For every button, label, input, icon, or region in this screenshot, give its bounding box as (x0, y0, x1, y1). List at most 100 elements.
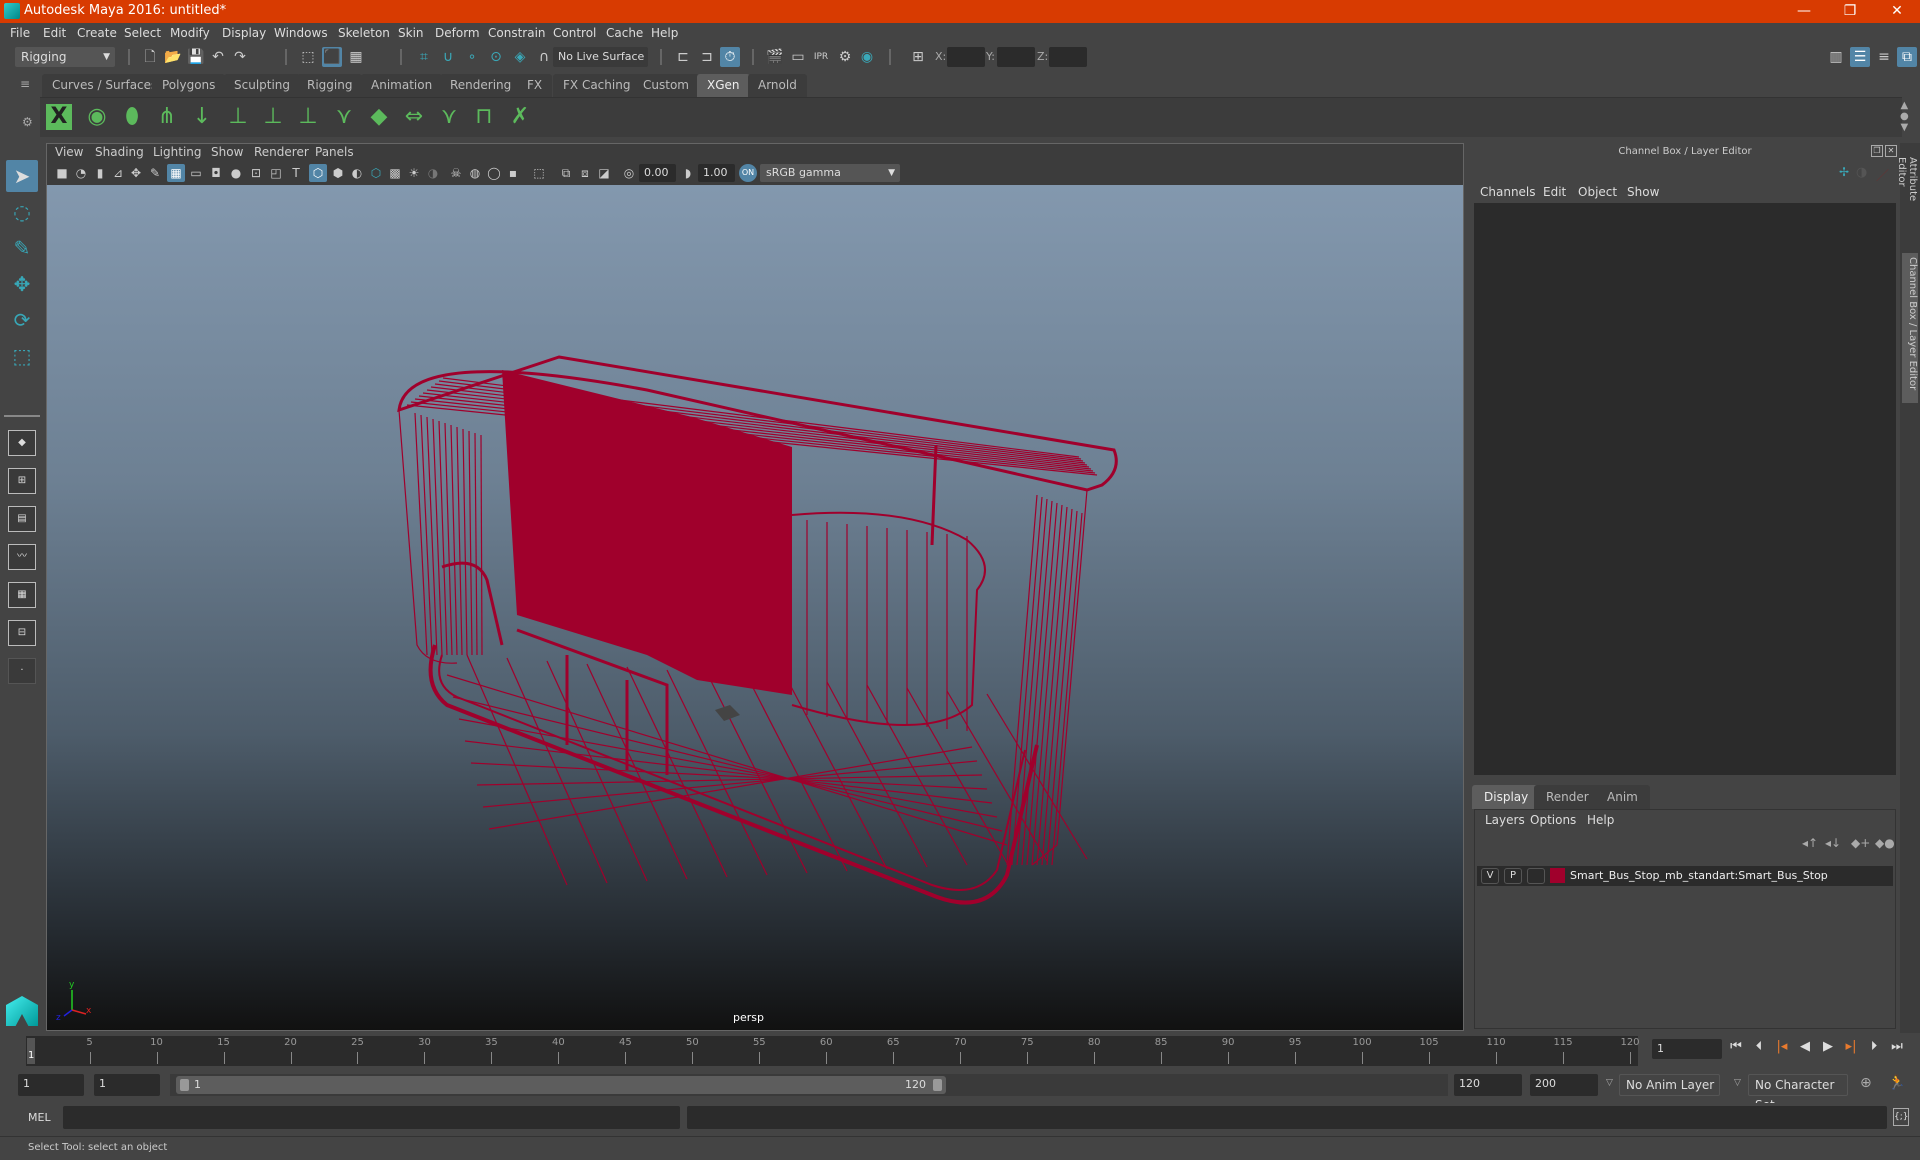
step-back-key-icon[interactable]: |◂ (1773, 1038, 1791, 1056)
film-gate-icon[interactable]: ▭ (187, 164, 205, 182)
channel-box-menu-object[interactable]: Object (1578, 185, 1617, 199)
snap-to-grid-icon[interactable]: ⌗ (414, 47, 434, 67)
snap-to-view-plane-icon[interactable]: ⊙ (486, 47, 506, 67)
xray-joints-icon[interactable]: ◪ (595, 164, 613, 182)
grease-pencil-icon[interactable]: ✎ (146, 164, 164, 182)
menu-display[interactable]: Display (222, 26, 266, 40)
range-bar[interactable]: 1 120 (176, 1076, 946, 1094)
menu-set-dropdown[interactable]: Rigging ▼ (15, 47, 115, 67)
menu-control[interactable]: Control (553, 26, 596, 40)
play-backward-icon[interactable]: ◀ (1796, 1038, 1814, 1056)
show-guide-icon[interactable]: ⊥ (258, 101, 288, 133)
render-frame-icon[interactable]: ▭ (788, 47, 808, 67)
grid-icon[interactable]: ▦ (167, 164, 185, 182)
camera-attributes-icon[interactable]: ◔ (72, 164, 90, 182)
gamma-field[interactable]: 1.00 (698, 164, 735, 182)
screen-space-ao-icon[interactable]: ☠ (447, 164, 465, 182)
command-input[interactable] (63, 1106, 680, 1129)
restore-button[interactable]: ❐ (1827, 0, 1873, 23)
shelf-settings-icon[interactable]: ⚙ (22, 115, 33, 129)
modeling-toolkit-icon[interactable]: ▥ (1826, 47, 1846, 67)
menu-modify[interactable]: Modify (170, 26, 210, 40)
step-forward-key-icon[interactable]: ▸| (1842, 1038, 1860, 1056)
hypershade-icon[interactable]: ◉ (857, 47, 877, 67)
lock-guide-icon[interactable]: ⊥ (293, 101, 323, 133)
minimize-button[interactable]: — (1781, 0, 1827, 23)
command-language-toggle[interactable]: MEL (28, 1111, 51, 1124)
new-empty-layer-icon[interactable]: ◆+ (1851, 836, 1870, 850)
xgen-window-icon[interactable]: X (46, 104, 72, 130)
attribute-editor-tab[interactable]: Attribute Editor (1896, 153, 1918, 233)
play-forward-icon[interactable]: ▶ (1819, 1038, 1837, 1056)
persp-graph-layout-icon[interactable]: 〰 (8, 544, 36, 570)
move-layer-up-icon[interactable]: ◂↑ (1802, 836, 1818, 850)
gate-mask-icon[interactable]: ● (227, 164, 245, 182)
step-back-frame-icon[interactable]: ⏴ (1750, 1038, 1768, 1056)
exposure-icon[interactable]: ◎ (620, 164, 638, 182)
paint-select-tool-icon[interactable]: ✎ (6, 232, 38, 264)
attribute-editor-toggle-icon[interactable]: ☰ (1850, 47, 1870, 67)
menu-create[interactable]: Create (77, 26, 117, 40)
shelf-tab-fx-caching[interactable]: FX Caching (553, 74, 641, 97)
shelf-tab-animation[interactable]: Animation (361, 74, 443, 97)
shelf-tab-sculpting[interactable]: Sculpting (224, 74, 301, 97)
layer-tab-anim[interactable]: Anim (1595, 785, 1650, 809)
shelf-tab-arnold[interactable]: Arnold (748, 74, 807, 97)
ipr-render-icon[interactable]: IPR (811, 47, 831, 67)
motion-blur-icon[interactable]: ◍ (466, 164, 484, 182)
move-tool-icon[interactable]: ✥ (6, 268, 38, 300)
safe-title-icon[interactable]: T (287, 164, 305, 182)
move-layer-down-icon[interactable]: ◂↓ (1825, 836, 1841, 850)
shelf-tab-fx[interactable]: FX (517, 74, 553, 97)
wireframe-icon[interactable]: ⬡ (309, 164, 327, 182)
menu-windows[interactable]: Windows (274, 26, 328, 40)
live-surface-field[interactable]: No Live Surface (553, 47, 648, 67)
hyper-icon[interactable]: ／ (1876, 165, 1889, 184)
menu-file[interactable]: File (10, 26, 30, 40)
xray-active-components-icon[interactable]: ⧈ (576, 164, 594, 182)
viewport-menu-lighting[interactable]: Lighting (153, 145, 202, 159)
persp-graph-hypergraph-layout-icon[interactable]: ⊟ (8, 620, 36, 646)
place-guides-icon[interactable]: ↓ (187, 101, 217, 133)
layer-menu-options[interactable]: Options (1530, 813, 1576, 827)
viewport-menu-show[interactable]: Show (211, 145, 243, 159)
menu-deform[interactable]: Deform (435, 26, 480, 40)
view-transform-dropdown[interactable]: sRGB gamma ▼ (760, 164, 900, 182)
snap-magnet-icon[interactable]: ∩ (534, 47, 554, 67)
toggle-guide-icon[interactable]: ⊓ (469, 101, 499, 133)
layer-menu-help[interactable]: Help (1587, 813, 1614, 827)
shelf-tab-custom[interactable]: Custom (633, 74, 699, 97)
go-to-start-icon[interactable]: ⏮ (1727, 1038, 1745, 1056)
undo-icon[interactable]: ↶ (208, 47, 228, 67)
playback-end-field[interactable]: 120 (1454, 1074, 1522, 1096)
anti-aliasing-icon[interactable]: ◯ (485, 164, 503, 182)
float-panel-icon[interactable]: ❐ (1871, 145, 1883, 157)
snap-to-curve-icon[interactable]: ∪ (438, 47, 458, 67)
range-start-handle[interactable] (180, 1079, 189, 1091)
select-by-object-icon[interactable]: ⬛ (322, 47, 342, 67)
layer-playback-toggle[interactable]: P (1504, 868, 1522, 884)
channel-box-menu-edit[interactable]: Edit (1543, 185, 1566, 199)
depth-of-field-icon[interactable]: ▪ (504, 164, 522, 182)
select-by-component-icon[interactable]: ▦ (346, 47, 366, 67)
output-connections-icon[interactable]: ⊐ (697, 47, 717, 67)
layer-row[interactable]: V P Smart_Bus_Stop_mb_standart:Smart_Bus… (1477, 866, 1893, 886)
menu-select[interactable]: Select (124, 26, 161, 40)
layer-visibility-toggle[interactable]: V (1481, 868, 1499, 884)
channel-box-toggle-icon[interactable]: ⧉ (1897, 47, 1917, 67)
field-chart-icon[interactable]: ⊡ (247, 164, 265, 182)
2d-pan-zoom-icon[interactable]: ✥ (127, 164, 145, 182)
more-layouts-icon[interactable]: · (8, 658, 36, 684)
go-to-end-icon[interactable]: ⏭ (1888, 1038, 1906, 1056)
playback-start-field[interactable]: 1 (94, 1074, 160, 1096)
single-perspective-layout-icon[interactable]: ◆ (8, 430, 36, 456)
delete-guide-icon[interactable]: ✗ (505, 101, 535, 133)
layer-tab-display[interactable]: Display (1472, 785, 1541, 809)
new-layer-selected-icon[interactable]: ◆● (1875, 836, 1895, 850)
render-view-icon[interactable]: 🎬 (765, 47, 785, 67)
menu-constrain[interactable]: Constrain (488, 26, 546, 40)
new-scene-icon[interactable]: 🗋 (140, 47, 160, 67)
menu-skin[interactable]: Skin (398, 26, 424, 40)
exposure-field[interactable]: 0.00 (639, 164, 676, 182)
viewport-canvas[interactable]: y x z persp (47, 185, 1463, 1030)
